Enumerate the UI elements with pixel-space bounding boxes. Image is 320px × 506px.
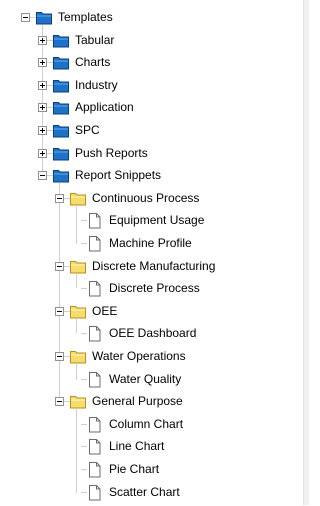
- expand-toggle-icon[interactable]: [38, 126, 47, 135]
- document-icon: [85, 277, 105, 302]
- tree-node-label: OEE Dashboard: [109, 326, 197, 340]
- folder-icon: [51, 51, 71, 76]
- document-icon: [85, 435, 105, 460]
- tree-node-charts[interactable]: Charts: [0, 51, 300, 73]
- tree-node-report-snippets[interactable]: Report Snippets: [0, 164, 300, 186]
- tree-node-scatter-chart[interactable]: Scatter Chart: [0, 481, 300, 503]
- tree-node-label: OEE: [92, 304, 118, 318]
- tree-node-industry[interactable]: Industry: [0, 74, 300, 96]
- tree-node-water-quality[interactable]: Water Quality: [0, 368, 300, 390]
- expand-toggle-icon[interactable]: [38, 58, 47, 67]
- tree-node-label: Machine Profile: [109, 236, 192, 250]
- document-icon: [85, 209, 105, 234]
- tree-node-spc[interactable]: SPC: [0, 119, 300, 141]
- collapse-toggle-icon[interactable]: [21, 13, 30, 22]
- tree-node-label: Application: [75, 100, 134, 114]
- tree-node-oee[interactable]: OEE: [0, 300, 300, 322]
- tree-node-label: Water Operations: [92, 349, 186, 363]
- expand-toggle-icon[interactable]: [38, 81, 47, 90]
- tree-node-label: Push Reports: [75, 146, 148, 160]
- tree-node-label: Discrete Manufacturing: [92, 259, 216, 273]
- tree-node-line-chart[interactable]: Line Chart: [0, 435, 300, 457]
- collapse-toggle-icon[interactable]: [55, 397, 64, 406]
- tree-node-oee-dashboard[interactable]: OEE Dashboard: [0, 322, 300, 344]
- collapse-toggle-icon[interactable]: [55, 307, 64, 316]
- tree-node-push-reports[interactable]: Push Reports: [0, 142, 300, 164]
- expand-toggle-icon[interactable]: [38, 103, 47, 112]
- folder-icon: [51, 96, 71, 121]
- tree-node-application[interactable]: Application: [0, 96, 300, 118]
- tree-node-label: Continuous Process: [92, 191, 200, 205]
- expand-toggle-icon[interactable]: [38, 36, 47, 45]
- tree-node-label: Tabular: [75, 33, 115, 47]
- folder-icon: [68, 390, 88, 415]
- folder-icon: [34, 6, 54, 31]
- tree-node-label: General Purpose: [92, 394, 183, 408]
- document-icon: [85, 322, 105, 347]
- panel-edge: [303, 0, 309, 505]
- tree-node-label: Templates: [58, 10, 113, 24]
- tree-node-discrete-manufacturing[interactable]: Discrete Manufacturing: [0, 255, 300, 277]
- collapse-toggle-icon[interactable]: [55, 194, 64, 203]
- tree-node-tabular[interactable]: Tabular: [0, 29, 300, 51]
- collapse-toggle-icon[interactable]: [38, 171, 47, 180]
- tree-node-general-purpose[interactable]: General Purpose: [0, 390, 300, 412]
- tree-node-machine-profile[interactable]: Machine Profile: [0, 232, 300, 254]
- tree-node-label: Water Quality: [109, 372, 182, 386]
- collapse-toggle-icon[interactable]: [55, 352, 64, 361]
- document-icon: [85, 481, 105, 506]
- tree-node-label: SPC: [75, 123, 100, 137]
- collapse-toggle-icon[interactable]: [55, 262, 64, 271]
- tree-node-label: Scatter Chart: [109, 485, 180, 499]
- tree-node-label: Industry: [75, 78, 118, 92]
- tree-node-water-operations[interactable]: Water Operations: [0, 345, 300, 367]
- tree-node-templates[interactable]: Templates: [0, 6, 300, 28]
- tree-node-equipment-usage[interactable]: Equipment Usage: [0, 209, 300, 231]
- tree-node-label: Charts: [75, 55, 111, 69]
- tree-node-label: Discrete Process: [109, 281, 200, 295]
- tree-node-column-chart[interactable]: Column Chart: [0, 413, 300, 435]
- tree-node-label: Pie Chart: [109, 462, 160, 476]
- expand-toggle-icon[interactable]: [38, 149, 47, 158]
- tree-node-label: Equipment Usage: [109, 213, 205, 227]
- tree-node-continuous-process[interactable]: Continuous Process: [0, 187, 300, 209]
- document-icon: [85, 232, 105, 257]
- tree-node-label: Line Chart: [109, 439, 165, 453]
- tree-node-pie-chart[interactable]: Pie Chart: [0, 458, 300, 480]
- tree-node-discrete-process[interactable]: Discrete Process: [0, 277, 300, 299]
- folder-icon: [51, 119, 71, 144]
- document-icon: [85, 458, 105, 483]
- tree-node-label: Column Chart: [109, 417, 184, 431]
- folder-icon: [51, 164, 71, 189]
- folder-icon: [68, 345, 88, 370]
- template-tree[interactable]: Templates Tabular Charts Industry Applicatio…: [0, 0, 309, 505]
- tree-node-label: Report Snippets: [75, 168, 162, 182]
